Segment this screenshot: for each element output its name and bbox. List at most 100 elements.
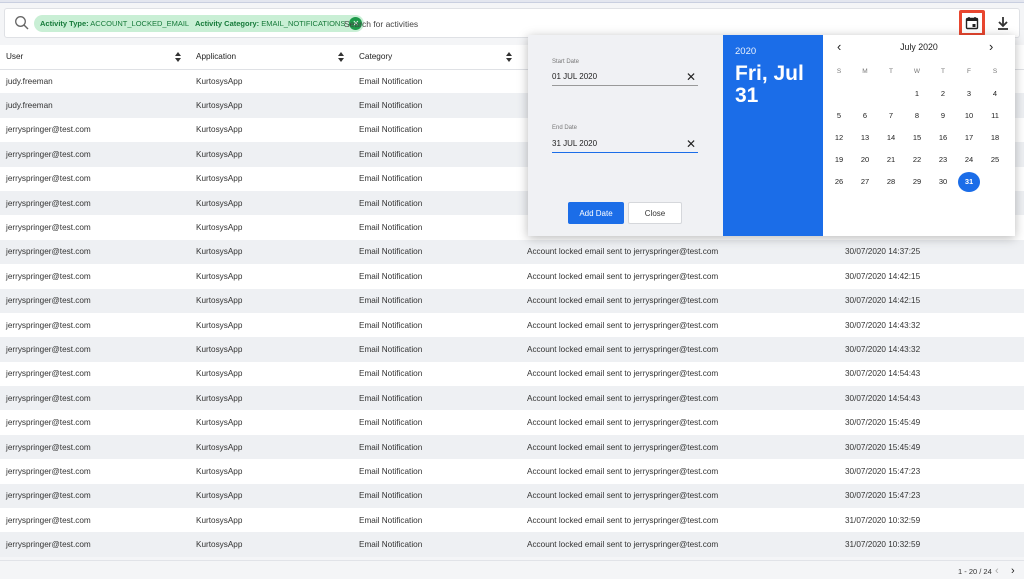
calendar-day[interactable]: 18 — [984, 128, 1006, 148]
cell-application: KurtosysApp — [190, 483, 353, 509]
table-row[interactable]: jerryspringer@test.com KurtosysApp Email N… — [0, 483, 1024, 509]
calendar-button[interactable] — [959, 10, 985, 36]
cell-description: Account locked email sent to jerryspring… — [521, 410, 839, 435]
calendar-day[interactable]: 4 — [984, 84, 1006, 104]
cell-user: jerryspringer@test.com — [0, 215, 190, 240]
calendar-day[interactable]: 15 — [906, 128, 928, 148]
calendar-day[interactable]: 17 — [958, 128, 980, 148]
calendar-day[interactable]: 20 — [854, 150, 876, 170]
table-row[interactable]: jerryspringer@test.com KurtosysApp Email N… — [0, 386, 1024, 411]
cell-date: 30/07/2020 14:42:15 — [839, 264, 1024, 289]
calendar-day[interactable]: 7 — [880, 106, 902, 126]
start-date-field[interactable]: 01 JUL 2020 ✕ — [552, 70, 698, 86]
sort-icon[interactable] — [174, 51, 182, 63]
weekday-label: W — [913, 68, 921, 75]
start-date-value: 01 JUL 2020 — [552, 72, 598, 81]
selected-year[interactable]: 2020 — [735, 46, 756, 57]
calendar-day-selected[interactable]: 31 — [958, 172, 980, 192]
download-button[interactable] — [993, 13, 1013, 33]
table-row[interactable]: jerryspringer@test.com KurtosysApp Email N… — [0, 337, 1024, 362]
calendar-day[interactable]: 23 — [932, 150, 954, 170]
cell-user: jerryspringer@test.com — [0, 288, 190, 313]
cell-application: KurtosysApp — [190, 532, 353, 557]
calendar-day[interactable]: 5 — [828, 106, 850, 126]
table-row[interactable]: jerryspringer@test.com KurtosysApp Email N… — [0, 410, 1024, 435]
table-row[interactable]: jerryspringer@test.com KurtosysApp Email N… — [0, 312, 1024, 338]
cell-category: Email Notification — [353, 190, 521, 216]
cell-category: Email Notification — [353, 239, 521, 265]
calendar-icon — [965, 17, 979, 30]
filter-chip-activity-category[interactable]: Activity Category: EMAIL_NOTIFICATIONS ✕ — [189, 15, 365, 32]
chevron-right-icon[interactable]: › — [1011, 565, 1015, 577]
calendar-day[interactable]: 28 — [880, 172, 902, 192]
cell-user: jerryspringer@test.com — [0, 142, 190, 167]
calendar-day[interactable]: 24 — [958, 150, 980, 170]
search-input[interactable] — [344, 15, 744, 33]
calendar-day[interactable]: 26 — [828, 172, 850, 192]
table-row[interactable]: jerryspringer@test.com KurtosysApp Email N… — [0, 459, 1024, 484]
add-date-button[interactable]: Add Date — [568, 202, 624, 224]
table-row[interactable]: jerryspringer@test.com KurtosysApp Email N… — [0, 508, 1024, 533]
calendar-day[interactable]: 3 — [958, 84, 980, 104]
table-row[interactable]: jerryspringer@test.com KurtosysApp Email N… — [0, 288, 1024, 313]
cell-description: Account locked email sent to jerryspring… — [521, 239, 839, 265]
close-button[interactable]: Close — [628, 202, 682, 224]
calendar-day[interactable]: 12 — [828, 128, 850, 148]
cell-user: jerryspringer@test.com — [0, 386, 190, 411]
sort-icon[interactable] — [337, 51, 345, 63]
table-row[interactable]: jerryspringer@test.com KurtosysApp Email N… — [0, 532, 1024, 557]
cell-category: Email Notification — [353, 532, 521, 557]
cell-user: judy.freeman — [0, 69, 190, 94]
calendar-day[interactable]: 9 — [932, 106, 954, 126]
calendar-day[interactable]: 16 — [932, 128, 954, 148]
cell-user: jerryspringer@test.com — [0, 483, 190, 509]
clear-end-date-icon[interactable]: ✕ — [686, 137, 696, 151]
table-row[interactable]: jerryspringer@test.com KurtosysApp Email N… — [0, 434, 1024, 460]
column-header-user[interactable]: User — [0, 45, 190, 70]
calendar-month-label: July 2020 — [900, 42, 938, 52]
table-row[interactable]: jerryspringer@test.com KurtosysApp Email N… — [0, 239, 1024, 265]
cell-date: 30/07/2020 14:43:32 — [839, 312, 1024, 338]
cell-application: KurtosysApp — [190, 264, 353, 289]
chevron-left-icon[interactable]: ‹ — [995, 565, 999, 577]
cell-date: 31/07/2020 10:32:59 — [839, 532, 1024, 557]
calendar-day[interactable]: 29 — [906, 172, 928, 192]
calendar-day[interactable]: 1 — [906, 84, 928, 104]
cell-user: jerryspringer@test.com — [0, 312, 190, 338]
filter-chip-activity-type[interactable]: Activity Type: ACCOUNT_LOCKED_EMAIL ✕ — [34, 15, 209, 32]
calendar-day[interactable]: 8 — [906, 106, 928, 126]
sort-icon[interactable] — [505, 51, 513, 63]
column-header-category[interactable]: Category — [353, 45, 521, 70]
clear-start-date-icon[interactable]: ✕ — [686, 70, 696, 84]
calendar-day[interactable]: 14 — [880, 128, 902, 148]
top-border — [0, 0, 1024, 3]
table-row[interactable]: jerryspringer@test.com KurtosysApp Email N… — [0, 361, 1024, 387]
calendar-day[interactable]: 10 — [958, 106, 980, 126]
cell-user: jerryspringer@test.com — [0, 508, 190, 533]
weekday-label: S — [836, 68, 842, 75]
cell-description: Account locked email sent to jerryspring… — [521, 434, 839, 460]
calendar-day[interactable]: 27 — [854, 172, 876, 192]
cell-category: Email Notification — [353, 69, 521, 94]
end-date-label: End Date — [552, 125, 578, 131]
calendar-day[interactable]: 22 — [906, 150, 928, 170]
calendar-day[interactable]: 2 — [932, 84, 954, 104]
cell-category: Email Notification — [353, 434, 521, 460]
cell-description: Account locked email sent to jerryspring… — [521, 459, 839, 484]
calendar-day[interactable]: 30 — [932, 172, 954, 192]
cell-category: Email Notification — [353, 386, 521, 411]
cell-date: 30/07/2020 15:45:49 — [839, 434, 1024, 460]
calendar-day[interactable]: 25 — [984, 150, 1006, 170]
calendar-day[interactable]: 6 — [854, 106, 876, 126]
chevron-right-icon[interactable]: › — [989, 39, 993, 54]
table-row[interactable]: jerryspringer@test.com KurtosysApp Email N… — [0, 264, 1024, 289]
calendar-day[interactable]: 19 — [828, 150, 850, 170]
end-date-field[interactable]: 31 JUL 2020 ✕ — [552, 137, 698, 153]
cell-date: 31/07/2020 10:32:59 — [839, 508, 1024, 533]
calendar-day[interactable]: 11 — [984, 106, 1006, 126]
column-header-application[interactable]: Application — [190, 45, 353, 70]
search-bar[interactable]: Activity Type: ACCOUNT_LOCKED_EMAIL ✕ Ac… — [4, 8, 1020, 38]
cell-description: Account locked email sent to jerryspring… — [521, 361, 839, 387]
calendar-day[interactable]: 21 — [880, 150, 902, 170]
calendar-day[interactable]: 13 — [854, 128, 876, 148]
